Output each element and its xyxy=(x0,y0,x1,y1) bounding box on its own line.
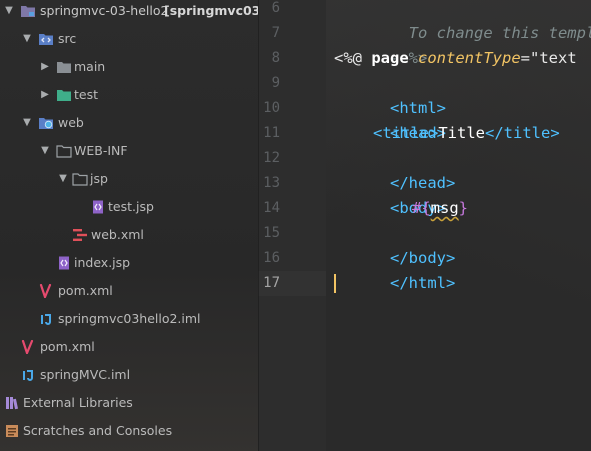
tree-item-module-iml[interactable]: springmvc03hello2.iml xyxy=(0,305,258,333)
tree-item-src[interactable]: ▼ src xyxy=(0,25,258,53)
jsp-file-icon xyxy=(93,200,103,214)
gutter-divider xyxy=(258,0,259,451)
tree-item-label: jsp xyxy=(90,171,108,186)
tree-item-label: web.xml xyxy=(91,227,144,242)
title-open-tag: <title> xyxy=(373,124,439,142)
tree-item-label: pom.xml xyxy=(40,339,95,354)
chevron-right-icon[interactable]: ▶ xyxy=(40,89,50,101)
tree-item-main[interactable]: ▶ main xyxy=(0,53,258,81)
maven-icon xyxy=(39,284,52,298)
tree-item-label: src xyxy=(58,31,77,46)
source-folder-icon xyxy=(39,34,53,45)
tree-item-label: pom.xml xyxy=(58,283,113,298)
line-number: 8 xyxy=(271,50,280,66)
tree-item-module-pom[interactable]: pom.xml xyxy=(0,277,258,305)
code-line-12[interactable]: </head> xyxy=(334,146,455,192)
line-number: 14 xyxy=(263,200,280,216)
line-number: 15 xyxy=(263,225,280,241)
tree-item-external-libraries[interactable]: External Libraries xyxy=(0,389,258,417)
tree-item-label: index.jsp xyxy=(74,255,131,270)
jsp-directive-open: <%@ xyxy=(334,49,372,67)
tree-item-label: test.jsp xyxy=(108,199,154,214)
tree-item-label: Scratches and Consoles xyxy=(23,423,173,438)
tree-item-index-jsp[interactable]: index.jsp xyxy=(0,249,258,277)
tree-item-web-inf[interactable]: ▼ WEB-INF xyxy=(0,137,258,165)
ide-window: ▼ springmvc-03-hello2 [springmvc03h ▼ sr… xyxy=(0,0,591,451)
el-expression-open: #{ xyxy=(412,199,431,217)
iml-file-icon xyxy=(23,370,33,381)
project-tree: ▼ springmvc-03-hello2 [springmvc03h ▼ sr… xyxy=(0,0,258,451)
tree-item-web[interactable]: ▼ web xyxy=(0,109,258,137)
code-line-9[interactable]: <html> xyxy=(334,71,446,117)
tree-item-test[interactable]: ▶ test xyxy=(0,81,258,109)
jsp-attribute-value: "text xyxy=(530,49,577,67)
tree-item-test-jsp[interactable]: test.jsp xyxy=(0,193,258,221)
folder-icon xyxy=(56,145,72,158)
maven-icon xyxy=(21,340,34,354)
line-number-gutter: 6 7 8 9 10 11 12 13 14 15 16 17 xyxy=(258,0,326,451)
el-expression-variable: msg xyxy=(430,199,459,217)
tree-item-label: web xyxy=(58,115,84,130)
module-folder-icon xyxy=(21,6,35,17)
tree-item-module-root[interactable]: ▼ springmvc-03-hello2 [springmvc03h xyxy=(0,0,258,25)
tree-item-root-iml[interactable]: springMVC.iml xyxy=(0,361,258,389)
line-number: 10 xyxy=(263,100,280,116)
chevron-down-icon[interactable]: ▼ xyxy=(4,5,14,17)
chevron-right-icon[interactable]: ▶ xyxy=(40,61,50,73)
folder-icon xyxy=(72,173,88,186)
tree-item-label: test xyxy=(74,87,99,102)
jsp-attribute-name: contentType xyxy=(418,49,521,67)
line-number-current: 17 xyxy=(263,275,280,291)
line-number: 16 xyxy=(263,250,280,266)
jsp-file-icon xyxy=(59,256,69,270)
tree-item-web-xml[interactable]: web.xml xyxy=(0,221,258,249)
tree-item-label: main xyxy=(74,59,106,74)
code-line-16[interactable]: </html> xyxy=(334,246,455,292)
tree-item-jsp-folder[interactable]: ▼ jsp xyxy=(0,165,258,193)
el-expression-close: } xyxy=(458,199,469,217)
web-xml-icon xyxy=(73,229,87,241)
chevron-down-icon[interactable]: ▼ xyxy=(22,33,32,45)
tree-item-label: springmvc03hello2.iml xyxy=(58,311,201,326)
tree-item-module-suffix: [springmvc03h xyxy=(164,3,258,18)
tree-item-label: External Libraries xyxy=(23,395,133,410)
code-line-8[interactable]: <%@ page contentType="text xyxy=(334,46,577,71)
line-number: 12 xyxy=(263,150,280,166)
code-line-6[interactable]: To change this template xyxy=(334,0,591,42)
chevron-down-icon[interactable]: ▼ xyxy=(22,117,32,129)
web-folder-icon xyxy=(39,118,53,129)
chevron-down-icon[interactable]: ▼ xyxy=(40,145,50,157)
code-line-7[interactable]: --%> xyxy=(334,21,427,67)
folder-icon xyxy=(57,62,71,73)
jsp-directive-keyword: page xyxy=(371,49,409,67)
chevron-down-icon[interactable]: ▼ xyxy=(58,173,68,185)
tree-item-label: springMVC.iml xyxy=(40,367,131,382)
line-number: 13 xyxy=(263,175,280,191)
jsp-attribute-equals: = xyxy=(520,49,530,67)
code-line-13[interactable]: <body> xyxy=(334,171,446,217)
code-line-14[interactable]: #{msg} xyxy=(412,196,468,221)
tree-item-root-pom[interactable]: pom.xml xyxy=(0,333,258,361)
code-editor[interactable]: To change this template --%> <%@ page co… xyxy=(326,0,591,451)
libraries-icon xyxy=(6,397,19,410)
scratches-icon xyxy=(6,425,18,437)
test-folder-icon xyxy=(57,90,71,101)
tree-item-label: springmvc-03-hello2 xyxy=(40,3,169,18)
line-number: 11 xyxy=(263,125,280,141)
title-text: Title xyxy=(438,124,485,142)
tree-item-label: WEB-INF xyxy=(74,143,128,158)
html-close-tag: </html> xyxy=(390,274,456,292)
code-line-11[interactable]: <title>Title</title> xyxy=(373,121,560,146)
line-number: 6 xyxy=(271,0,280,16)
title-close-tag: </title> xyxy=(485,124,560,142)
line-number: 7 xyxy=(271,25,280,41)
text-caret xyxy=(334,274,336,293)
code-line-15[interactable]: </body> xyxy=(334,221,455,267)
iml-file-icon xyxy=(41,314,51,325)
code-line-10[interactable]: <head> xyxy=(334,96,446,142)
tree-item-scratches[interactable]: Scratches and Consoles xyxy=(0,417,258,445)
line-number: 9 xyxy=(271,75,280,91)
